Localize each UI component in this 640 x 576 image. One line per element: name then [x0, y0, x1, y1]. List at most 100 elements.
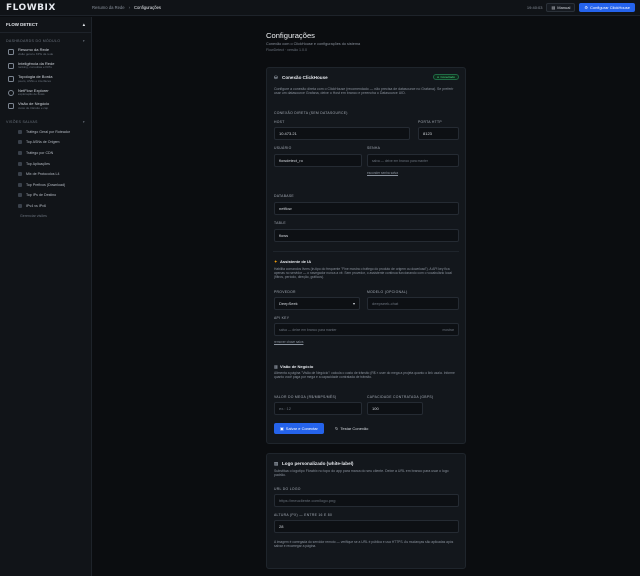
refresh-icon: ↻ — [335, 426, 339, 431]
chart-icon — [18, 193, 22, 198]
price-input[interactable]: ex.: 12 — [274, 402, 362, 415]
brain-icon — [8, 62, 14, 69]
main-content: Configurações Conexão com o ClickHouse e… — [92, 17, 640, 576]
breadcrumb: Resumo da Rede › Configurações — [92, 5, 161, 10]
sidebar: FLOW DETECT ▴ DASHBOARDS DO MÓDULO ▾ Resu… — [0, 17, 92, 576]
user-label: USUÁRIO — [274, 146, 292, 150]
manual-button[interactable]: ▤ Manual — [546, 3, 576, 12]
password-label: SENHA — [367, 146, 381, 150]
sidebar-header[interactable]: FLOW DETECT ▴ — [0, 17, 91, 33]
logo-height-input[interactable]: 28 — [274, 520, 459, 533]
saved-view-item[interactable]: Top Prefixos (Download) — [0, 179, 91, 190]
password-input[interactable]: salva — deixe em branco para manter — [367, 154, 459, 167]
remove-key-link[interactable]: remover chave salva — [274, 340, 303, 344]
saved-view-item[interactable]: Mix de Protocolos L4 — [0, 169, 91, 180]
breadcrumb-current: Configurações — [134, 5, 162, 10]
saved-view-item[interactable]: Top Aplicações — [0, 158, 91, 169]
top-bar: FLOWBIX Resumo da Rede › Configurações 1… — [0, 0, 640, 16]
breadcrumb-separator: › — [128, 5, 130, 10]
business-section-title: Visão de Negócio — [280, 364, 314, 369]
manage-views-link[interactable]: Gerenciar visões — [0, 211, 91, 221]
logo-url-input[interactable]: https://meucliente.com/logo.png — [274, 494, 459, 507]
chevron-up-icon[interactable]: ▴ — [83, 22, 85, 28]
clock: 19:40:03 — [526, 5, 543, 10]
chart-icon — [18, 172, 22, 177]
sidebar-item-topologia[interactable]: Topologia de Borda peers, ASNs e interfac… — [0, 73, 91, 87]
clickhouse-card-title: Conexão ClickHouse — [282, 75, 328, 80]
capacity-label: CAPACIDADE CONTRATADA (GBPS) — [367, 395, 434, 399]
business-description: Alimenta a página "Visão de Negócio": ca… — [274, 371, 455, 379]
page-subtitle: Conexão com o ClickHouse e configurações… — [266, 42, 361, 46]
saved-view-item[interactable]: IPv4 vs IPv6 — [0, 201, 91, 212]
hide-saved-password-link[interactable]: esconder senha salva — [367, 171, 398, 175]
test-connection-button[interactable]: ↻ Testar Conexão — [331, 423, 372, 434]
app-logo[interactable]: FLOWBIX — [0, 3, 92, 13]
chart-icon — [18, 150, 22, 155]
chevron-down-icon: ▾ — [82, 39, 85, 43]
logo-note: A imagem é carregada do servidor remoto … — [274, 540, 454, 548]
page-version: FlowDetect · versão 1.0.0 — [266, 48, 307, 52]
host-input[interactable]: 10.473.21 — [274, 127, 410, 140]
sidebar-item-inteligencia[interactable]: Inteligência da Rede ranking, consultas e… — [0, 60, 91, 74]
chart-icon: ▥ — [274, 364, 278, 369]
sidebar-section-saved[interactable]: VISÕES SALVAS ▾ — [0, 114, 91, 127]
chevron-down-icon: ▾ — [82, 119, 85, 124]
grid-icon — [8, 49, 14, 55]
model-input[interactable]: deepseek-chat — [367, 297, 459, 310]
direct-connection-label: CONEXÃO DIRETA (SEM DATASOURCE) — [274, 111, 348, 115]
sidebar-item-netflow[interactable]: NetFlow Explorer exploração de flows — [0, 87, 91, 101]
table-input[interactable]: flows — [274, 229, 459, 242]
clickhouse-card: ⛁ Conexão ClickHouse ● Conectado Configur… — [266, 67, 466, 444]
database-label: DATABASE — [274, 194, 294, 198]
api-key-label: API KEY — [274, 316, 290, 320]
briefcase-icon — [8, 103, 14, 109]
sidebar-item-negocio[interactable]: Visão de Negócio custo de trânsito e cap — [0, 100, 91, 114]
book-icon: ▤ — [551, 5, 556, 10]
search-icon — [8, 89, 14, 96]
sparkle-icon: ✦ — [274, 259, 278, 264]
chart-icon — [18, 140, 22, 145]
clickhouse-description: Configure a conexão direta com o ClickHo… — [274, 87, 454, 96]
divider — [273, 251, 459, 252]
logo-description: Substitua o logotipo Flowbix no topo do … — [274, 469, 449, 478]
saved-view-item[interactable]: Top IPs de Destino — [0, 190, 91, 201]
status-badge: ● Conectado — [433, 74, 459, 80]
database-input[interactable]: netflow — [274, 202, 459, 215]
show-key-toggle[interactable]: mostrar — [443, 328, 455, 332]
network-icon — [8, 76, 14, 82]
logo-url-label: URL DO LOGO — [274, 487, 301, 491]
capacity-input[interactable]: 100 — [367, 402, 423, 415]
configure-clickhouse-button[interactable]: ⚙ Configurar ClickHouse — [579, 3, 635, 12]
api-key-input[interactable]: salva — deixe em branco para manter mostr… — [274, 323, 459, 336]
model-label: MODELO (OPCIONAL) — [367, 290, 408, 294]
port-input[interactable]: 8123 — [418, 127, 459, 140]
database-icon: ⛁ — [274, 75, 278, 80]
chart-icon — [18, 203, 22, 208]
port-label: PORTA HTTP — [418, 120, 442, 124]
host-label: HOST — [274, 120, 285, 124]
saved-view-item[interactable]: Top ASNs de Origem — [0, 137, 91, 148]
table-label: TABLE — [274, 221, 286, 225]
sidebar-section-dashboards[interactable]: DASHBOARDS DO MÓDULO ▾ — [0, 33, 91, 46]
ai-section-title: Assistente de IA — [280, 259, 312, 264]
provider-select[interactable]: DeepSeek ▾ — [274, 297, 360, 310]
breadcrumb-parent[interactable]: Resumo da Rede — [92, 5, 125, 10]
logo-card-title: Logo personalizado (white-label) — [282, 461, 354, 466]
gear-icon: ⚙ — [584, 5, 588, 10]
image-icon: ▨ — [274, 461, 279, 466]
chart-icon — [18, 129, 22, 134]
save-connect-button[interactable]: ▣ Salvar e Conectar — [274, 423, 324, 434]
sidebar-item-resumo[interactable]: Resumo da Rede visão geral e KPIs da rede — [0, 46, 91, 60]
save-icon: ▣ — [280, 426, 284, 431]
page-title: Configurações — [266, 31, 315, 40]
chart-icon — [18, 182, 22, 187]
provider-label: PROVEDOR — [274, 290, 296, 294]
chart-icon — [18, 161, 22, 166]
user-input[interactable]: flowdetect_ro — [274, 154, 362, 167]
chevron-down-icon: ▾ — [352, 301, 355, 306]
ai-description: Habilita comandos livres (in-tipo do fre… — [274, 267, 452, 279]
saved-view-item[interactable]: Tráfego Geral por Roteador — [0, 127, 91, 138]
price-label: VALOR DO MEGA (R$/MBPS/MÊS) — [274, 395, 337, 399]
logo-card: ▨ Logo personalizado (white-label) Subst… — [266, 453, 466, 569]
saved-view-item[interactable]: Tráfego por CDN — [0, 148, 91, 159]
